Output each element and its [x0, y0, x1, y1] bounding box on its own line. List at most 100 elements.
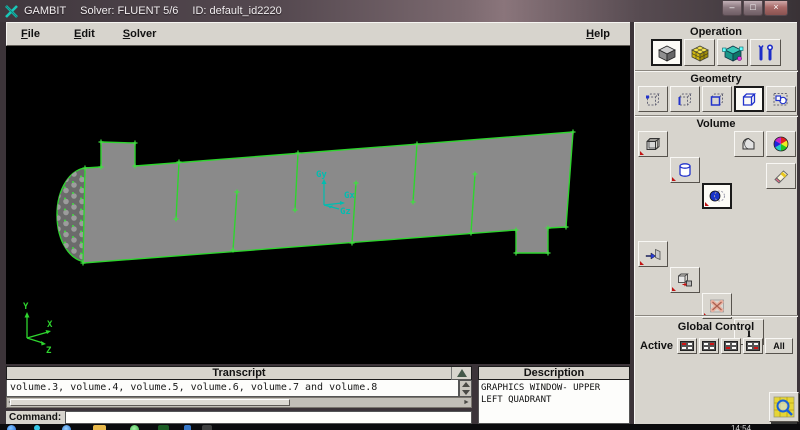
- scroll-right-icon[interactable]: ►: [462, 399, 471, 406]
- box-icon: [646, 138, 661, 150]
- svg-text:X: X: [47, 320, 53, 330]
- move-copy-icon: [645, 248, 661, 261]
- operation-zones-button[interactable]: [717, 39, 748, 66]
- svg-text:Gx: Gx: [344, 191, 355, 201]
- geometry-section-title: Geometry: [690, 73, 742, 85]
- face-icon: [710, 93, 724, 106]
- blend-icon: [742, 137, 755, 150]
- global-control-title: Global Control: [677, 321, 755, 333]
- examine-zoom-button[interactable]: [769, 392, 799, 422]
- menu-solver[interactable]: Solver: [117, 26, 163, 42]
- command-input[interactable]: [65, 411, 472, 424]
- command-row: Command:: [6, 411, 472, 424]
- operation-section-title: Operation: [690, 26, 742, 38]
- volume-delete-button[interactable]: [766, 163, 796, 189]
- volume-section-title: Volume: [696, 118, 736, 130]
- model-shell: [82, 131, 574, 264]
- viewport-all-button[interactable]: All: [765, 338, 793, 354]
- taskbar[interactable]: 14:54: [0, 424, 800, 430]
- transcript-vscrollbar[interactable]: [459, 380, 472, 397]
- description-title: Description: [523, 367, 585, 379]
- boolean-circles-icon: [709, 190, 725, 202]
- color-wheel-icon: [773, 136, 789, 152]
- maximize-button[interactable]: □: [743, 1, 763, 16]
- svg-text:Y: Y: [23, 302, 29, 312]
- connect-icon: [710, 299, 724, 313]
- geometry-edge-button[interactable]: [670, 86, 700, 112]
- small-app-icon[interactable]: [184, 425, 191, 430]
- volume-cube-icon: [742, 93, 757, 106]
- tools-icon: [757, 43, 773, 60]
- geometry-volume-button[interactable]: [734, 86, 764, 112]
- operation-geometry-button[interactable]: [651, 39, 682, 66]
- menubar: File Edit Solver Help: [6, 22, 630, 46]
- edge-icon: [678, 93, 692, 106]
- examine-zoom-icon: [773, 396, 795, 418]
- gambit-logo-icon: [5, 4, 18, 18]
- volume-split-button[interactable]: [670, 267, 700, 293]
- volume-boolean-button[interactable]: [702, 183, 732, 209]
- window-app-name: GAMBIT: [24, 5, 67, 17]
- volume-color-button[interactable]: [766, 131, 796, 157]
- folder-icon[interactable]: [93, 425, 106, 430]
- command-label: Command:: [9, 412, 62, 423]
- geometry-group-button[interactable]: [766, 86, 796, 112]
- geometry-face-button[interactable]: [702, 86, 732, 112]
- graphics-viewport[interactable]: Gy Gx Gz Y X Z: [6, 46, 630, 364]
- gambit-window: GAMBIT Solver: FLUENT 5/6 ID: default_id…: [0, 0, 800, 430]
- zones-cube-icon: [721, 45, 743, 62]
- viewport-quadrant-top-right-button[interactable]: [699, 338, 719, 354]
- svg-text:Z: Z: [46, 346, 52, 356]
- operation-mesh-button[interactable]: [684, 39, 715, 66]
- dark-app-icon[interactable]: [202, 425, 212, 430]
- active-label: Active: [640, 340, 674, 352]
- operation-panel: Operation Geometry Volume i Global Contr…: [634, 22, 799, 424]
- transcript-panel: Transcript volume.3, volume.4, volume.5,…: [6, 366, 472, 408]
- transcript-title: Transcript: [212, 367, 266, 379]
- volume-blend-button[interactable]: [734, 131, 764, 157]
- minimize-button[interactable]: –: [722, 1, 742, 16]
- transcript-hscrollbar[interactable]: ◄ ►: [6, 397, 472, 408]
- green-app-icon[interactable]: [130, 425, 139, 430]
- menu-file[interactable]: File: [15, 26, 46, 42]
- scroll-up-icon: [461, 382, 470, 387]
- quadrant-top-right-icon: [702, 341, 716, 351]
- group-icon: [773, 93, 788, 106]
- grid-app-icon[interactable]: [158, 425, 169, 430]
- viewport-quadrant-bottom-right-button[interactable]: [743, 338, 763, 354]
- geometry-vertex-button[interactable]: [638, 86, 668, 112]
- viewport-quadrant-top-left-button[interactable]: [677, 338, 697, 354]
- menu-help[interactable]: Help: [580, 26, 616, 42]
- transcript-log[interactable]: volume.3, volume.4, volume.5, volume.6, …: [6, 380, 459, 397]
- transcript-header: Transcript: [6, 366, 472, 380]
- description-panel: Description GRAPHICS WINDOW- UPPER LEFT …: [478, 366, 630, 424]
- quadrant-top-left-icon: [680, 341, 694, 351]
- hscroll-thumb[interactable]: [10, 399, 290, 406]
- operation-tools-button[interactable]: [750, 39, 781, 66]
- browser-icon[interactable]: [62, 425, 71, 430]
- volume-create-cylinder-button[interactable]: [670, 157, 700, 183]
- eraser-icon: [774, 170, 789, 184]
- menu-edit[interactable]: Edit: [68, 26, 101, 42]
- cube-icon: [657, 45, 676, 62]
- volume-create-box-button[interactable]: [638, 131, 668, 157]
- taskbar-app-icon[interactable]: [34, 425, 40, 430]
- svg-text:Gz: Gz: [340, 207, 351, 217]
- titlebar[interactable]: GAMBIT Solver: FLUENT 5/6 ID: default_id…: [0, 0, 800, 22]
- quadrant-bottom-right-icon: [746, 341, 760, 351]
- cylinder-icon: [679, 163, 691, 177]
- scroll-down-icon: [461, 390, 470, 395]
- viewport-quadrant-bottom-left-button[interactable]: [721, 338, 741, 354]
- volume-move-copy-button[interactable]: [638, 241, 668, 267]
- split-icon: [678, 273, 692, 287]
- up-arrow-icon: [456, 369, 467, 377]
- close-button[interactable]: ×: [764, 1, 788, 16]
- window-session-id: ID: default_id2220: [192, 5, 282, 17]
- start-orb-icon[interactable]: [7, 425, 16, 430]
- transcript-expand-button[interactable]: [451, 367, 471, 380]
- description-text: GRAPHICS WINDOW- UPPER LEFT QUADRANT: [478, 380, 630, 424]
- window-solver-label: Solver: FLUENT 5/6: [80, 5, 179, 17]
- mesh-cube-icon: [690, 45, 709, 62]
- vertex-icon: [646, 93, 660, 106]
- svg-text:Gy: Gy: [316, 170, 327, 180]
